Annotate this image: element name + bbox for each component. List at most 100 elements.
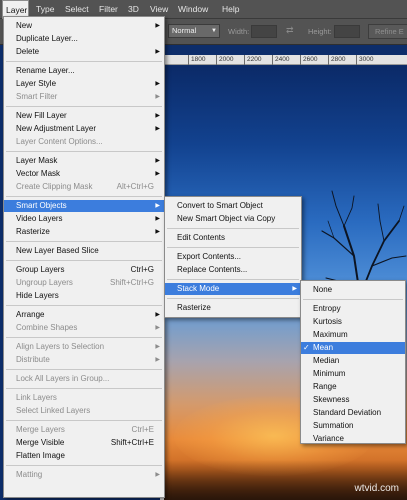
submenu-arrow-icon: ▶ — [155, 357, 160, 363]
submenu-arrow-icon: ▶ — [155, 171, 160, 177]
menu-separator — [6, 337, 162, 338]
menu-separator — [167, 247, 299, 248]
menu-item-distribute[interactable]: Distribute ▶ — [4, 354, 164, 366]
menu-item-stack-entropy[interactable]: Entropy — [301, 303, 405, 315]
ruler-label: 2600 — [303, 56, 318, 63]
menu-item-link-layers[interactable]: Link Layers — [4, 392, 164, 404]
chevron-down-icon: ▼ — [211, 28, 217, 34]
menu-item-stack-kurtosis[interactable]: Kurtosis — [301, 316, 405, 328]
width-field[interactable] — [251, 25, 277, 38]
checkmark-icon: ✓ — [303, 343, 310, 352]
menu-help[interactable]: Help — [222, 0, 239, 19]
menu-item-stack-median[interactable]: Median — [301, 355, 405, 367]
treeline-silhouette — [164, 460, 407, 500]
menu-item-select-linked-layers[interactable]: Select Linked Layers — [4, 405, 164, 417]
ruler-tick — [188, 55, 189, 65]
shortcut-text: Shift+Ctrl+G — [109, 278, 154, 287]
ruler-tick — [300, 55, 301, 65]
menu-item-rasterize-smart-object[interactable]: Rasterize — [165, 302, 301, 314]
submenu-arrow-icon: ▶ — [292, 286, 297, 292]
menu-item-align-layers-to-selection[interactable]: Align Layers to Selection ▶ — [4, 341, 164, 353]
menu-item-new-adjustment-layer[interactable]: New Adjustment Layer ▶ — [4, 123, 164, 135]
menu-item-edit-contents[interactable]: Edit Contents — [165, 232, 301, 244]
menu-item-group-layers[interactable]: Group Layers Ctrl+G — [4, 264, 164, 276]
menu-item-stack-minimum[interactable]: Minimum — [301, 368, 405, 380]
menu-separator — [167, 228, 299, 229]
menu-item-new[interactable]: New ▶ — [4, 20, 164, 32]
menu-item-smart-objects[interactable]: Smart Objects ▶ — [4, 200, 164, 212]
blend-mode-select[interactable]: Normal ▼ — [168, 24, 220, 38]
menu-separator — [6, 61, 162, 62]
menu-item-export-contents[interactable]: Export Contents... — [165, 251, 301, 263]
watermark-text: wtvid.com — [354, 483, 399, 494]
menu-item-stack-range[interactable]: Range — [301, 381, 405, 393]
menu-item-arrange[interactable]: Arrange ▶ — [4, 309, 164, 321]
menu-item-new-smart-object-via-copy[interactable]: New Smart Object via Copy — [165, 213, 301, 225]
menu-item-create-clipping-mask[interactable]: Create Clipping Mask Alt+Ctrl+G — [4, 181, 164, 193]
menu-separator — [6, 196, 162, 197]
menu-item-delete[interactable]: Delete ▶ — [4, 46, 164, 58]
menu-item-convert-to-smart-object[interactable]: Convert to Smart Object — [165, 200, 301, 212]
smart-objects-submenu: Convert to Smart Object New Smart Object… — [164, 196, 302, 318]
ruler-tick — [272, 55, 273, 65]
submenu-arrow-icon: ▶ — [155, 23, 160, 29]
submenu-arrow-icon: ▶ — [155, 472, 160, 478]
menu-item-matting[interactable]: Matting ▶ — [4, 469, 164, 481]
stack-mode-submenu: None Entropy Kurtosis Maximum ✓ Mean Medi… — [300, 280, 406, 444]
shortcut-text: Ctrl+E — [131, 425, 154, 434]
refine-edge-button[interactable]: Refine E — [368, 24, 407, 39]
shortcut-text: Alt+Ctrl+G — [116, 182, 154, 191]
swap-icon[interactable]: ⇄ — [286, 25, 294, 36]
menu-item-video-layers[interactable]: Video Layers ▶ — [4, 213, 164, 225]
menu-item-smart-filter[interactable]: Smart Filter ▶ — [4, 91, 164, 103]
menu-item-rasterize[interactable]: Rasterize ▶ — [4, 226, 164, 238]
shortcut-text: Ctrl+G — [130, 265, 154, 274]
menu-separator — [6, 305, 162, 306]
menu-item-stack-none[interactable]: None — [301, 284, 405, 296]
menu-item-hide-layers[interactable]: Hide Layers — [4, 290, 164, 302]
menu-item-merge-visible[interactable]: Merge Visible Shift+Ctrl+E — [4, 437, 164, 449]
menu-separator — [303, 299, 403, 300]
menu-item-vector-mask[interactable]: Vector Mask ▶ — [4, 168, 164, 180]
blend-mode-value: Normal — [172, 26, 197, 35]
ruler-tick — [328, 55, 329, 65]
menu-item-replace-contents[interactable]: Replace Contents... — [165, 264, 301, 276]
menu-item-stack-variance[interactable]: Variance — [301, 433, 405, 445]
submenu-arrow-icon: ▶ — [155, 94, 160, 100]
menu-item-rename-layer[interactable]: Rename Layer... — [4, 65, 164, 77]
menu-item-layer-style[interactable]: Layer Style ▶ — [4, 78, 164, 90]
menu-item-new-layer-based-slice[interactable]: New Layer Based Slice — [4, 245, 164, 257]
ruler-label: 2000 — [219, 56, 234, 63]
menu-item-stack-standard-deviation[interactable]: Standard Deviation — [301, 407, 405, 419]
menu-separator — [6, 420, 162, 421]
height-field[interactable] — [334, 25, 360, 38]
submenu-arrow-icon: ▶ — [155, 81, 160, 87]
width-label: Width: — [228, 27, 250, 36]
submenu-arrow-icon: ▶ — [155, 312, 160, 318]
menu-item-new-fill-layer[interactable]: New Fill Layer ▶ — [4, 110, 164, 122]
menu-item-layer-mask[interactable]: Layer Mask ▶ — [4, 155, 164, 167]
menu-item-flatten-image[interactable]: Flatten Image — [4, 450, 164, 462]
menu-item-lock-all-layers-in-group[interactable]: Lock All Layers in Group... — [4, 373, 164, 385]
submenu-arrow-icon: ▶ — [155, 203, 160, 209]
menu-item-ungroup-layers[interactable]: Ungroup Layers Shift+Ctrl+G — [4, 277, 164, 289]
menu-item-layer-content-options[interactable]: Layer Content Options... — [4, 136, 164, 148]
menu-item-stack-mode[interactable]: Stack Mode ▶ — [165, 283, 301, 295]
ruler-label: 2200 — [247, 56, 262, 63]
menu-item-stack-mean[interactable]: ✓ Mean — [301, 342, 405, 354]
submenu-arrow-icon: ▶ — [155, 158, 160, 164]
menu-item-stack-maximum[interactable]: Maximum — [301, 329, 405, 341]
menu-separator — [6, 260, 162, 261]
menu-item-merge-layers[interactable]: Merge Layers Ctrl+E — [4, 424, 164, 436]
menu-separator — [6, 465, 162, 466]
menu-separator — [6, 241, 162, 242]
menu-separator — [167, 298, 299, 299]
height-label: Height: — [308, 27, 332, 36]
menu-window[interactable]: Window — [178, 0, 208, 19]
menu-item-duplicate-layer[interactable]: Duplicate Layer... — [4, 33, 164, 45]
menu-item-stack-summation[interactable]: Summation — [301, 420, 405, 432]
shortcut-text: Shift+Ctrl+E — [110, 438, 154, 447]
menu-item-combine-shapes[interactable]: Combine Shapes ▶ — [4, 322, 164, 334]
horizontal-ruler: 1800 2000 2200 2400 2600 2800 3000 — [164, 55, 407, 65]
menu-item-stack-skewness[interactable]: Skewness — [301, 394, 405, 406]
